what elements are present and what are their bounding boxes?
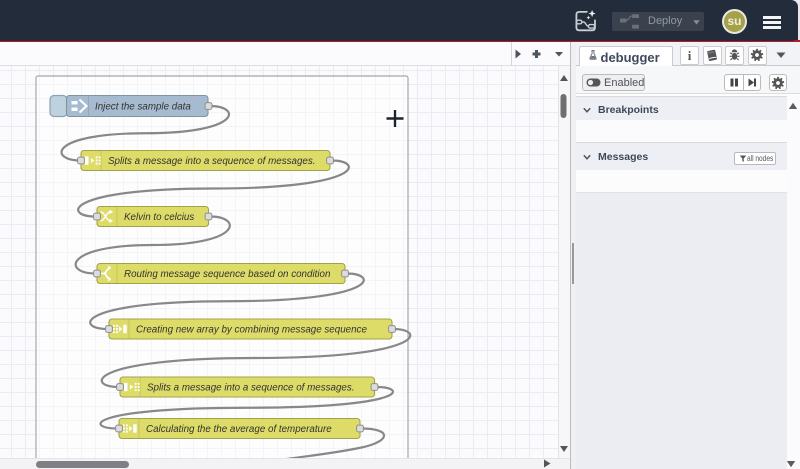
svg-text:Routing message sequence based: Routing message sequence based on condit… — [124, 269, 330, 280]
svg-text:Splits a message into a sequen: Splits a message into a sequence of mess… — [108, 156, 316, 167]
svg-text:Creating new array by combinin: Creating new array by combining message … — [136, 325, 367, 336]
svg-text:Calculating the the average of: Calculating the the average of temperatu… — [146, 424, 332, 435]
svg-text:Splits a message into a sequen: Splits a message into a sequence of mess… — [147, 383, 355, 394]
svg-text:Inject the sample data: Inject the sample data — [95, 102, 191, 113]
svg-text:Kelvin to celcius: Kelvin to celcius — [124, 212, 194, 223]
